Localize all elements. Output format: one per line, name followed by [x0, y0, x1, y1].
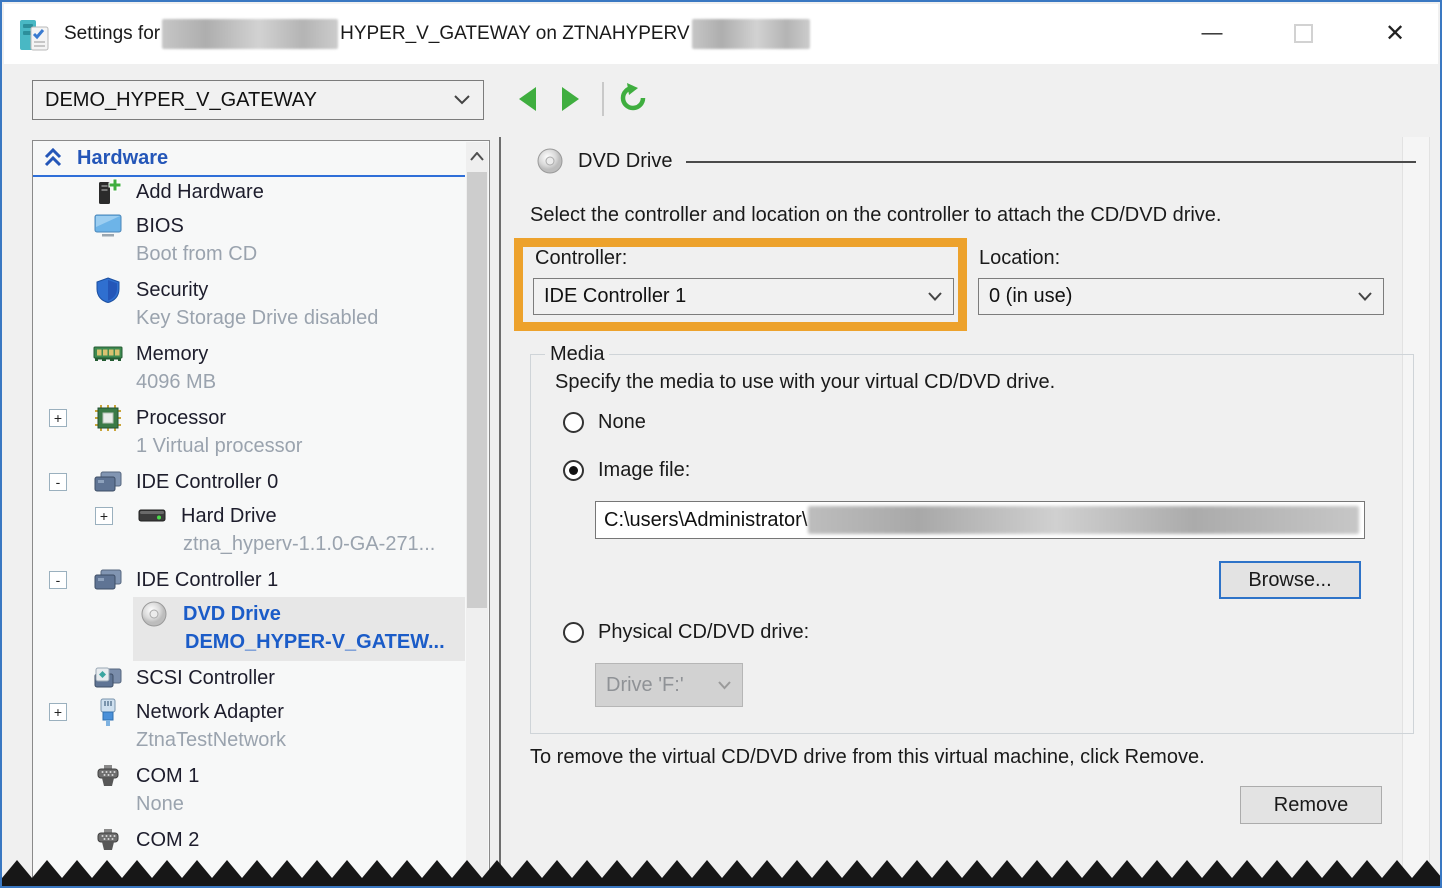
toolbar-separator	[602, 82, 604, 116]
tree-subtext-network-adapter: ZtnaTestNetwork	[33, 729, 465, 759]
tree-item-dvd-drive[interactable]: DVD Drive	[133, 597, 465, 631]
highlight-annotation-box	[514, 238, 967, 331]
intro-text: Select the controller and location on th…	[530, 204, 1221, 227]
tree-subtext-security: Key Storage Drive disabled	[33, 307, 465, 337]
remove-button[interactable]: Remove	[1240, 786, 1382, 824]
network-adapter-icon	[93, 698, 123, 726]
section-rule	[686, 161, 1416, 163]
maximize-button[interactable]	[1278, 4, 1328, 62]
tree-item-processor[interactable]: + Processor	[33, 401, 465, 435]
app-icon	[18, 17, 54, 53]
tree-item-add-hardware[interactable]: Add Hardware	[33, 175, 465, 209]
dvd-drive-icon	[536, 147, 564, 175]
hard-drive-icon	[137, 502, 167, 530]
minimize-button[interactable]: —	[1187, 4, 1237, 62]
tree-item-bios[interactable]: BIOS	[33, 209, 465, 243]
tree-subtext-processor: 1 Virtual processor	[33, 435, 465, 465]
scrollbar-thumb[interactable]	[467, 172, 487, 608]
tree-subtext-hard-drive: ztna_hyperv-1.1.0-GA-271...	[33, 533, 465, 563]
vm-selector-dropdown[interactable]: DEMO_HYPER_V_GATEWAY	[32, 80, 484, 120]
tree-subtext-com1: None	[33, 793, 465, 823]
title-bar: Settings forHYPER_V_GATEWAY on ZTNAHYPER…	[4, 4, 1438, 64]
ide-controller-icon	[93, 566, 123, 594]
vm-selector-value: DEMO_HYPER_V_GATEWAY	[45, 89, 317, 112]
expander-toggle[interactable]: -	[49, 571, 67, 589]
expander-toggle[interactable]: -	[49, 473, 67, 491]
dvd-drive-section-header: DVD Drive	[536, 144, 1416, 178]
tree-item-memory[interactable]: Memory	[33, 337, 465, 371]
tree-subtext-memory: 4096 MB	[33, 371, 465, 401]
scroll-up-icon[interactable]	[466, 146, 488, 166]
media-option-image-file[interactable]: Image file:	[563, 459, 690, 482]
back-button[interactable]	[512, 84, 542, 114]
tree-subtext-dvd-drive: DEMO_HYPER-V_GATEW...	[133, 631, 465, 661]
tree-item-ide-controller-1[interactable]: - IDE Controller 1	[33, 563, 465, 597]
chevron-down-icon	[1357, 291, 1373, 302]
physical-drive-value: Drive 'F:'	[606, 674, 684, 697]
security-icon	[93, 276, 123, 304]
image-file-path-value: C:\users\Administrator\	[604, 509, 807, 532]
redacted-block	[692, 19, 810, 49]
expander-toggle[interactable]: +	[49, 409, 67, 427]
radio-none[interactable]	[563, 412, 584, 433]
media-groupbox: Media Specify the media to use with your…	[530, 354, 1414, 734]
expander-toggle[interactable]: +	[49, 703, 67, 721]
maximize-icon	[1294, 24, 1313, 43]
image-file-path-input[interactable]: C:\users\Administrator\	[595, 501, 1365, 539]
chevron-down-icon	[717, 680, 732, 690]
physical-drive-dropdown-disabled: Drive 'F:'	[595, 663, 743, 707]
forward-button[interactable]	[556, 84, 586, 114]
hardware-header-label: Hardware	[77, 147, 168, 170]
memory-icon	[93, 340, 123, 368]
location-label: Location:	[979, 247, 1060, 270]
com-port-icon	[93, 826, 123, 854]
tree-item-com1[interactable]: COM 1	[33, 759, 465, 793]
settings-window: Settings forHYPER_V_GATEWAY on ZTNAHYPER…	[0, 0, 1442, 888]
media-groupbox-legend: Media	[545, 343, 609, 366]
media-option-physical-drive[interactable]: Physical CD/DVD drive:	[563, 621, 809, 644]
tree-item-scsi-controller[interactable]: SCSI Controller	[33, 661, 465, 695]
location-value: 0 (in use)	[989, 285, 1072, 308]
section-title: DVD Drive	[578, 150, 672, 173]
redacted-block	[162, 19, 338, 49]
tree-scrollbar[interactable]	[466, 142, 488, 884]
pane-divider	[499, 137, 501, 886]
expander-toggle[interactable]: +	[95, 507, 113, 525]
collapse-all-icon	[43, 148, 63, 168]
hardware-tree-panel: Hardware Add Hardware	[32, 140, 490, 886]
refresh-button[interactable]	[616, 81, 650, 115]
tree-item-security[interactable]: Security	[33, 273, 465, 307]
dvd-drive-icon	[139, 600, 169, 628]
torn-edge-decoration	[2, 858, 1440, 886]
media-option-none[interactable]: None	[563, 411, 646, 434]
tree-item-ide-controller-0[interactable]: - IDE Controller 0	[33, 465, 465, 499]
tree-item-hard-drive[interactable]: + Hard Drive	[33, 499, 465, 533]
scsi-controller-icon	[93, 664, 123, 692]
tree-item-com2[interactable]: COM 2	[33, 823, 465, 857]
media-description: Specify the media to use with your virtu…	[555, 371, 1055, 394]
location-dropdown[interactable]: 0 (in use)	[978, 278, 1384, 315]
hardware-header[interactable]: Hardware	[33, 141, 489, 175]
bios-icon	[93, 212, 123, 240]
radio-physical-drive[interactable]	[563, 622, 584, 643]
close-button[interactable]: ✕	[1370, 4, 1420, 62]
redacted-block	[808, 506, 1359, 534]
com-port-icon	[93, 762, 123, 790]
radio-image-file[interactable]	[563, 460, 584, 481]
tree-subtext-bios: Boot from CD	[33, 243, 465, 273]
ide-controller-icon	[93, 468, 123, 496]
remove-hint-text: To remove the virtual CD/DVD drive from …	[530, 746, 1205, 769]
processor-icon	[93, 404, 123, 432]
tree-item-network-adapter[interactable]: + Network Adapter	[33, 695, 465, 729]
chevron-down-icon	[453, 94, 471, 106]
browse-button[interactable]: Browse...	[1219, 561, 1361, 599]
tree-item-dvd-drive-selected[interactable]: DVD Drive DEMO_HYPER-V_GATEW...	[133, 597, 465, 661]
add-hardware-icon	[93, 178, 123, 206]
window-title: Settings forHYPER_V_GATEWAY on ZTNAHYPER…	[64, 4, 812, 64]
